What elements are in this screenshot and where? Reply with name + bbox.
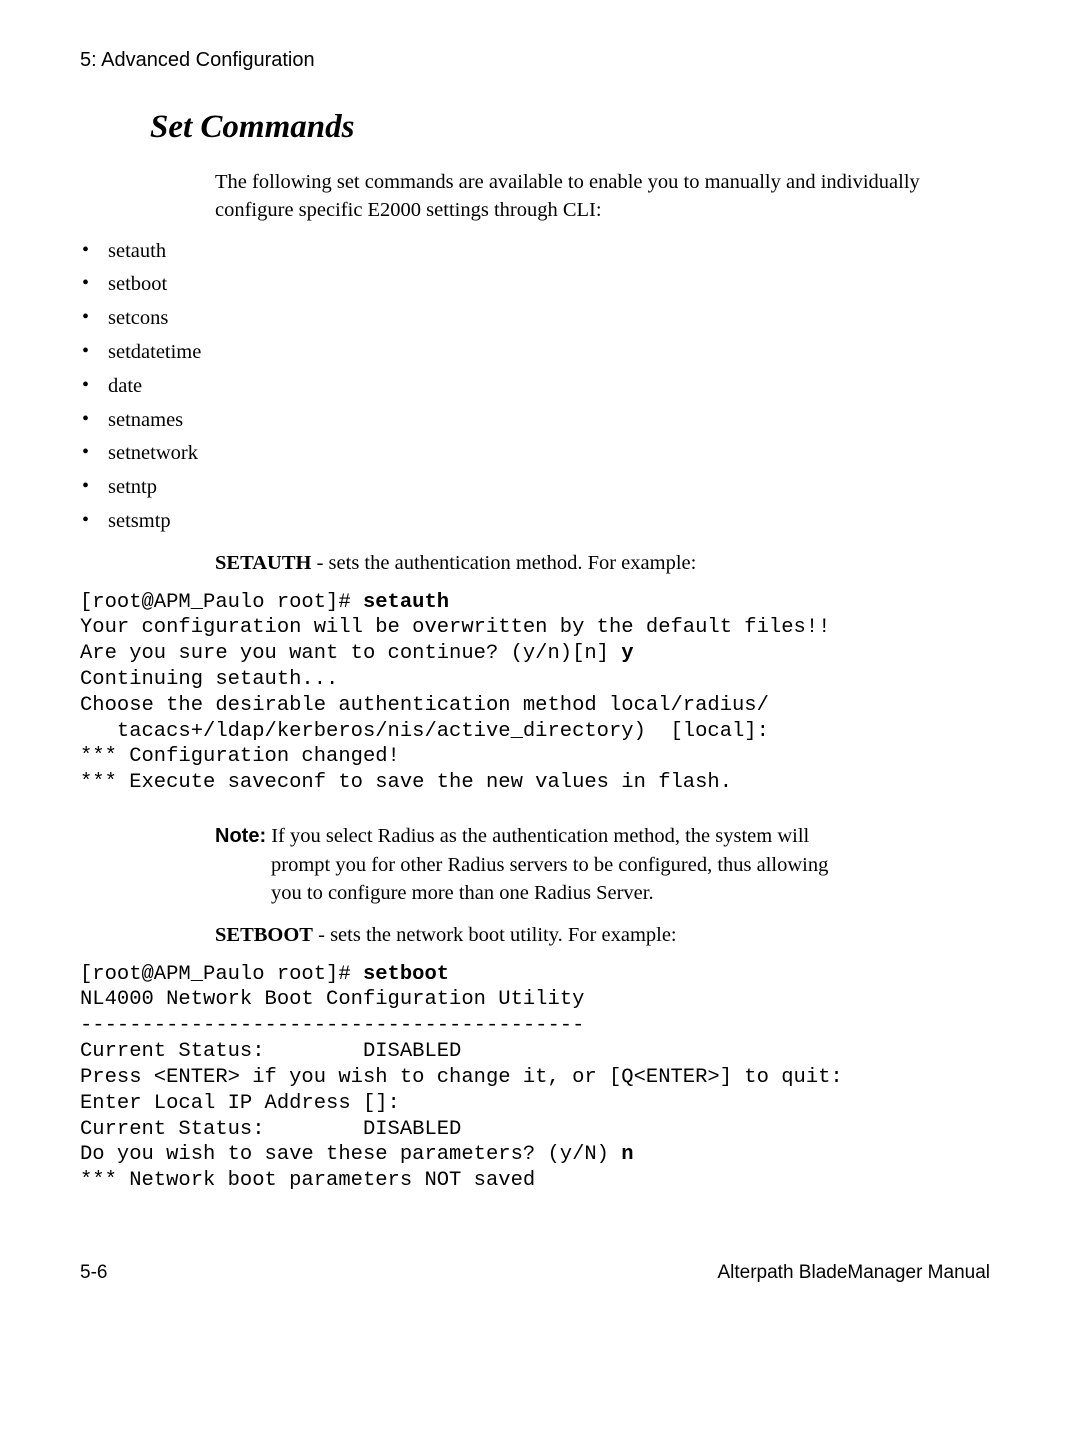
code-line: [root@APM_Paulo root]#	[80, 591, 363, 614]
code-line: Do you wish to save these parameters? (y…	[80, 1143, 621, 1166]
setboot-heading: SETBOOT - sets the network boot utility.…	[215, 921, 960, 949]
section-heading: Set Commands	[150, 105, 1000, 151]
manual-title: Alterpath BladeManager Manual	[717, 1260, 990, 1286]
list-item: setauth	[80, 237, 1000, 265]
code-command: setboot	[363, 963, 449, 986]
note-block: Note: If you select Radius as the authen…	[215, 822, 940, 907]
code-line: Press <ENTER> if you wish to change it, …	[80, 1066, 843, 1089]
note-text: If you select Radius as the authenticati…	[266, 825, 809, 847]
note-text-cont: prompt you for other Radius servers to b…	[271, 851, 940, 879]
note-text-cont: you to configure more than one Radius Se…	[271, 879, 940, 907]
list-item: setcons	[80, 304, 1000, 332]
list-item: date	[80, 372, 1000, 400]
code-input: n	[621, 1143, 633, 1166]
list-item: setnetwork	[80, 439, 1000, 467]
page-footer: 5-6 Alterpath BladeManager Manual	[80, 1260, 1000, 1286]
command-list: setauth setboot setcons setdatetime date…	[80, 237, 1000, 536]
note-label: Note:	[215, 825, 266, 847]
code-line: Choose the desirable authentication meth…	[80, 694, 769, 717]
list-item: setntp	[80, 473, 1000, 501]
list-item: setsmtp	[80, 507, 1000, 535]
code-input: y	[621, 642, 633, 665]
setboot-code-block: [root@APM_Paulo root]# setboot NL4000 Ne…	[80, 962, 1000, 1194]
code-line: Your configuration will be overwritten b…	[80, 616, 830, 639]
code-line: tacacs+/ldap/kerberos/nis/active_directo…	[80, 720, 769, 743]
setauth-heading: SETAUTH - sets the authentication method…	[215, 549, 960, 577]
code-line: Current Status: DISABLED	[80, 1040, 461, 1063]
chapter-title: 5: Advanced Configuration	[80, 47, 1000, 75]
setauth-code-block: [root@APM_Paulo root]# setauth Your conf…	[80, 590, 1000, 797]
code-line: ----------------------------------------…	[80, 1014, 584, 1037]
setboot-name: SETBOOT	[215, 924, 313, 946]
setauth-desc: - sets the authentication method. For ex…	[311, 552, 696, 574]
code-line: Enter Local IP Address []:	[80, 1092, 400, 1115]
code-line: [root@APM_Paulo root]#	[80, 963, 363, 986]
page-number: 5-6	[80, 1260, 107, 1286]
code-line: *** Network boot parameters NOT saved	[80, 1169, 535, 1192]
intro-paragraph: The following set commands are available…	[215, 168, 960, 225]
code-line: Current Status: DISABLED	[80, 1118, 461, 1141]
setauth-name: SETAUTH	[215, 552, 311, 574]
list-item: setnames	[80, 406, 1000, 434]
code-line: *** Configuration changed!	[80, 745, 400, 768]
code-line: Are you sure you want to continue? (y/n)…	[80, 642, 621, 665]
code-line: NL4000 Network Boot Configuration Utilit…	[80, 988, 584, 1011]
list-item: setboot	[80, 270, 1000, 298]
list-item: setdatetime	[80, 338, 1000, 366]
code-line: *** Execute saveconf to save the new val…	[80, 771, 732, 794]
setboot-desc: - sets the network boot utility. For exa…	[313, 924, 677, 946]
code-command: setauth	[363, 591, 449, 614]
code-line: Continuing setauth...	[80, 668, 338, 691]
